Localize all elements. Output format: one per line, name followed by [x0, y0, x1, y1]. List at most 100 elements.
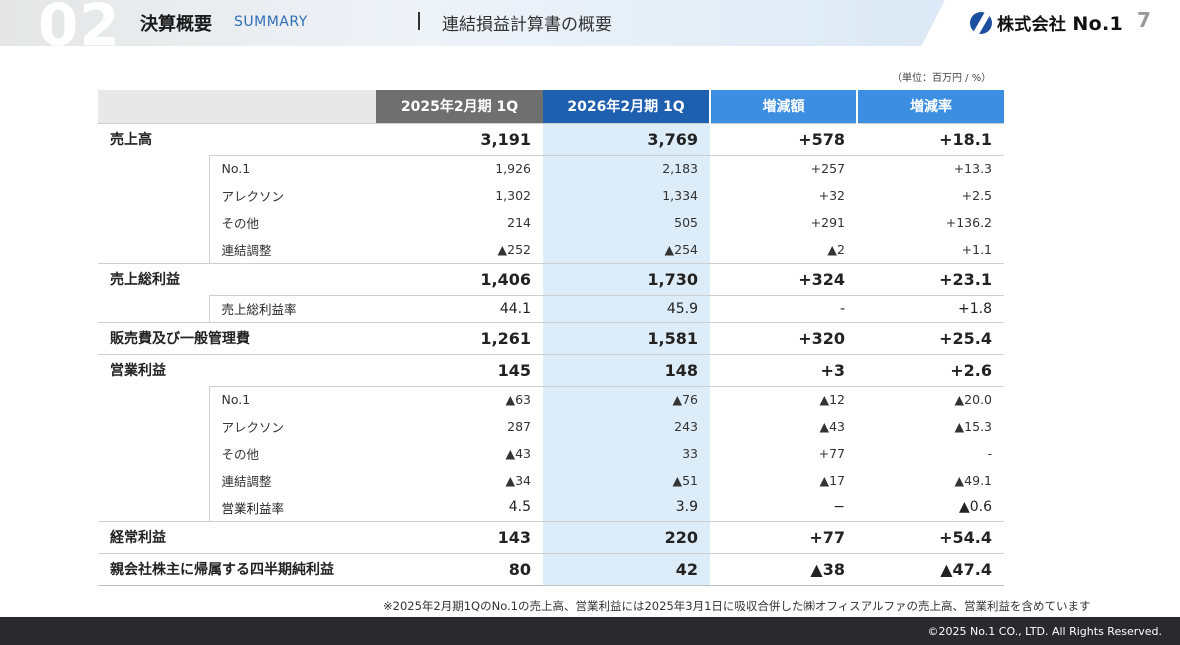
row-indent [98, 386, 209, 413]
table-row: 売上総利益 1,406 1,730 +324 +23.1 [98, 262, 1004, 295]
table-row: 連結調整 ▲252 ▲254 ▲2 +1.1 [98, 236, 1004, 263]
value-change: +32 [818, 188, 845, 203]
row-indent [98, 155, 209, 182]
value-change-rate: +25.4 [857, 321, 1004, 354]
value-current: 1,730 [543, 262, 710, 295]
table-row: その他 214 505 +291 +136.2 [98, 209, 1004, 236]
unit-note: （単位：百万円 / %） [892, 73, 992, 84]
table-row: 売上総利益率 44.1 45.9- +1.8 [98, 294, 1004, 322]
table-row: 売上高 3,191 3,769 +578 +18.1 [98, 122, 1004, 155]
table-row: アレクソン 287 243 ▲43 ▲15.3 [98, 413, 1004, 440]
value-prev: 287 [507, 419, 531, 434]
table-row: 経常利益 143 220 +77 +54.4 [98, 520, 1004, 553]
value-change: − [833, 499, 845, 516]
row-label: アレクソン [208, 182, 376, 209]
row-label: アレクソン [208, 413, 376, 440]
row-label: 営業利益 [98, 353, 376, 386]
value-change: +257 [710, 154, 857, 182]
value-current: 33 [543, 440, 710, 467]
row-indent [98, 182, 209, 209]
row-label: 売上総利益率 [208, 294, 376, 322]
value-current: 3,769 [543, 122, 710, 155]
row-label: No.1 [208, 385, 376, 413]
column-header-prev: 2025年2月期 1Q [376, 90, 543, 123]
value-change-rate: +136.2 [945, 215, 992, 230]
row-label: 連結調整 [208, 236, 376, 263]
table-header-row: 2025年2月期 1Q 2026年2月期 1Q 増減額 増減率 [98, 90, 1004, 123]
row-label: 営業利益率 [208, 494, 376, 521]
value-prev: 44.1 [376, 294, 543, 322]
copyright: ©2025 No.1 CO., LTD. All Rights Reserved… [927, 625, 1162, 638]
footnote: ※2025年2月期1QのNo.1の売上高、営業利益には2025年3月1日に吸収合… [383, 599, 1091, 613]
value-prev: 1,926 [376, 154, 543, 182]
row-indent [98, 440, 209, 467]
header-divider [418, 12, 420, 30]
value-current: 45.9 [543, 294, 710, 322]
value-current: 3.9 [543, 494, 710, 521]
value-prev: 214 [507, 215, 531, 230]
value-change-rate: ▲49.1 [954, 473, 992, 488]
value-prev: 1,261 [376, 321, 543, 354]
table-body: 売上高 3,191 3,769 +578 +18.1 No.1 1,926 2,183 +257… [98, 122, 1004, 586]
section-title: 決算概要 [140, 14, 212, 35]
value-prev: ▲43 [505, 446, 531, 461]
income-statement-table: 2025年2月期 1Q 2026年2月期 1Q 増減額 増減率 売上高 3,191… [98, 90, 1004, 586]
table-row: 親会社株主に帰属する四半期純利益 80 42 ▲38 ▲47.4 [98, 552, 1004, 586]
value-current: 148 [543, 353, 710, 386]
company-logo: 株式会社 No.1 [970, 10, 1123, 35]
value-change-rate: ▲20.0 [857, 385, 1004, 413]
value-change: +77 [710, 520, 857, 553]
value-change: - [710, 294, 857, 322]
value-change-rate: +54.4 [857, 520, 1004, 553]
value-change-rate: ▲15.3 [954, 419, 992, 434]
section-number: 02 [38, 0, 121, 59]
value-current: 220 [543, 520, 710, 553]
value-current: 505 [543, 209, 710, 236]
value-current: 243 [543, 413, 710, 440]
value-prev: ▲34 [505, 473, 531, 488]
value-change: +77 [818, 446, 845, 461]
value-current: ▲254 [543, 236, 710, 263]
value-prev: ▲63 [376, 385, 543, 413]
slide-topic: 連結損益計算書の概要 [442, 15, 612, 35]
row-indent [98, 295, 209, 322]
value-change: ▲12 [710, 385, 857, 413]
header-blank [98, 90, 376, 123]
column-header-change-rate: 増減率 [856, 90, 1004, 123]
value-change-rate: +2.6 [857, 353, 1004, 386]
value-change-rate: +1.1 [961, 241, 992, 257]
table-row: 営業利益率 4.5 3.9 − ▲0.6 [98, 494, 1004, 521]
page-number: 7 [1137, 8, 1151, 32]
column-header-current: 2026年2月期 1Q [543, 90, 710, 123]
section-subtitle: SUMMARY [234, 14, 308, 30]
value-change-rate: +18.1 [857, 122, 1004, 155]
value-change: +578 [710, 122, 857, 155]
value-prev: 1,406 [376, 262, 543, 295]
row-indent [98, 494, 209, 521]
value-current: ▲51 [543, 467, 710, 494]
table-row: アレクソン 1,302 1,334 +32 +2.5 [98, 182, 1004, 209]
value-prev: 3,191 [376, 122, 543, 155]
value-prev: 4.5 [508, 499, 531, 516]
row-label: 売上総利益 [98, 262, 376, 295]
value-prev: 80 [376, 552, 543, 586]
value-change: +320 [710, 321, 857, 354]
value-prev: 1,302 [495, 188, 531, 203]
slide-footer: ©2025 No.1 CO., LTD. All Rights Reserved… [0, 617, 1180, 645]
value-change-rate: +13.3 [857, 154, 1004, 182]
value-change-rate: +1.8 [857, 294, 1004, 322]
value-change-rate: ▲0.6 [958, 499, 992, 516]
value-current: ▲76 [543, 385, 710, 413]
table-row: 販売費及び一般管理費 1,261 1,581 +320 +25.4 [98, 321, 1004, 354]
slide-header: 02 決算概要 SUMMARY 連結損益計算書の概要 株式会社 No.1 7 [0, 0, 1180, 54]
row-label: その他 [208, 440, 376, 467]
value-change-rate: +2.5 [961, 188, 992, 203]
logo-text: 株式会社 No.1 [997, 13, 1124, 35]
value-change: +291 [810, 215, 845, 230]
row-label: 連結調整 [208, 467, 376, 494]
row-label: 親会社株主に帰属する四半期純利益 [98, 552, 376, 586]
column-header-change: 増減額 [709, 90, 857, 123]
value-change: ▲43 [819, 419, 845, 434]
value-change: ▲17 [819, 473, 845, 488]
table-row: その他 ▲43 33 +77 - [98, 440, 1004, 467]
